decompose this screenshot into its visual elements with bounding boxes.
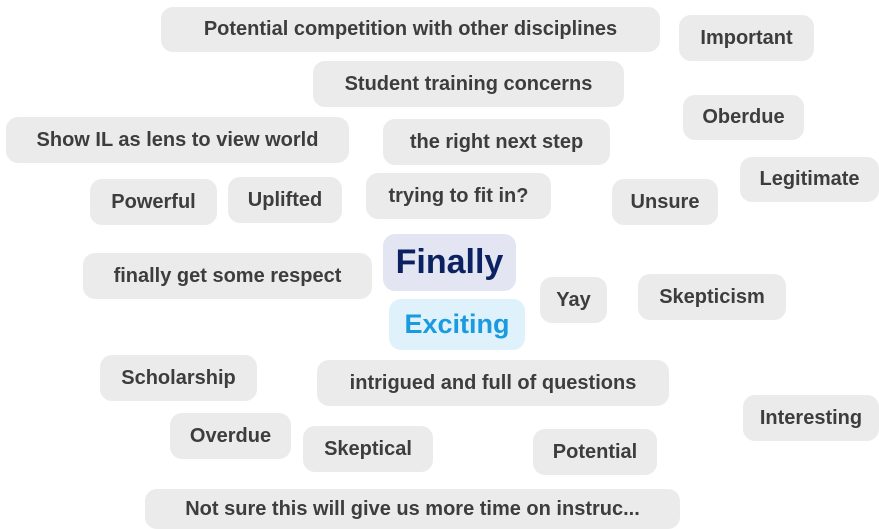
- word-oberdue[interactable]: Oberdue: [683, 95, 804, 140]
- word-yay[interactable]: Yay: [540, 277, 607, 323]
- word-scholarship[interactable]: Scholarship: [100, 355, 257, 401]
- word-cloud: Potential competition with other discipl…: [0, 0, 879, 529]
- word-legitimate[interactable]: Legitimate: [740, 157, 879, 202]
- word-potential-competition[interactable]: Potential competition with other discipl…: [161, 7, 660, 52]
- word-overdue[interactable]: Overdue: [170, 413, 291, 459]
- word-skeptical[interactable]: Skeptical: [303, 426, 433, 472]
- word-uplifted[interactable]: Uplifted: [228, 177, 342, 223]
- word-skepticism[interactable]: Skepticism: [638, 274, 786, 320]
- word-unsure[interactable]: Unsure: [612, 179, 718, 225]
- word-right-next-step[interactable]: the right next step: [383, 119, 610, 165]
- word-exciting[interactable]: Exciting: [389, 299, 525, 350]
- word-finally[interactable]: Finally: [383, 234, 516, 291]
- word-powerful[interactable]: Powerful: [90, 179, 217, 225]
- word-potential[interactable]: Potential: [533, 429, 657, 475]
- word-important[interactable]: Important: [679, 15, 814, 61]
- word-not-sure-more-time[interactable]: Not sure this will give us more time on …: [145, 489, 680, 529]
- word-student-training-concerns[interactable]: Student training concerns: [313, 61, 624, 107]
- word-show-il-lens[interactable]: Show IL as lens to view world: [6, 117, 349, 163]
- word-finally-get-respect[interactable]: finally get some respect: [83, 253, 372, 299]
- word-intrigued[interactable]: intrigued and full of questions: [317, 360, 669, 406]
- word-interesting[interactable]: Interesting: [743, 395, 879, 441]
- word-trying-to-fit-in[interactable]: trying to fit in?: [366, 173, 551, 219]
